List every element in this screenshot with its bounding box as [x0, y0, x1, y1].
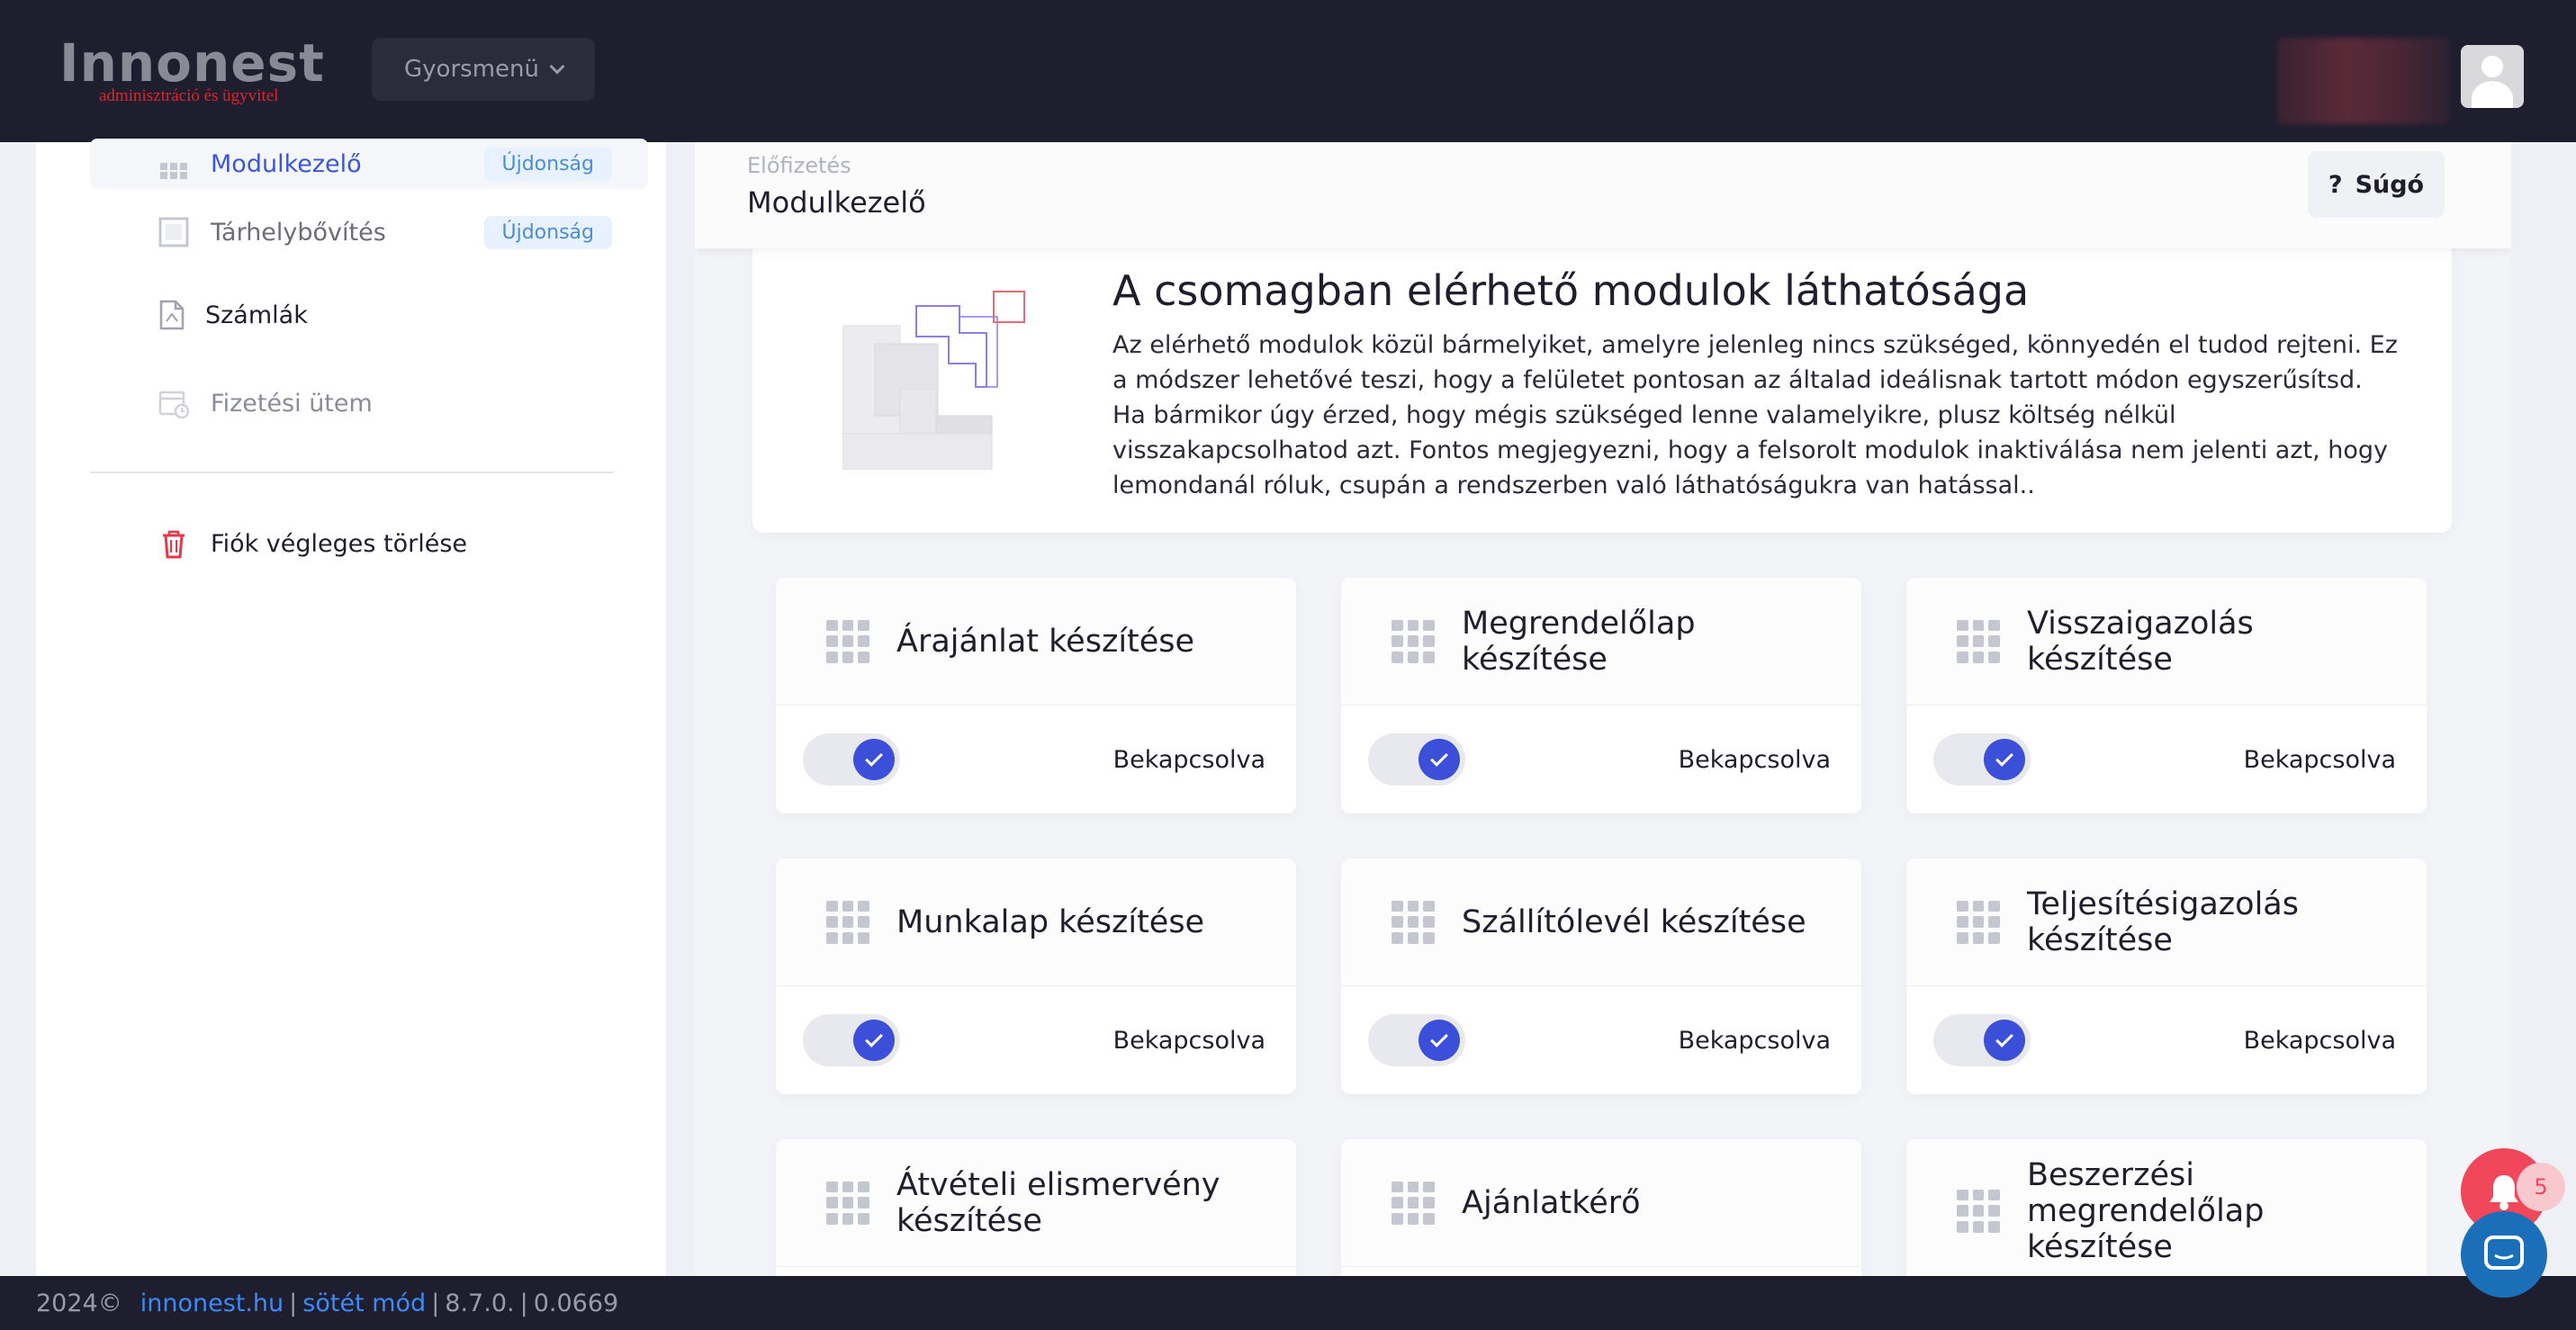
quick-menu-label: Gyorsmenü — [404, 56, 539, 83]
grid-icon — [1392, 900, 1435, 944]
module-title: Megrendelőlap készítése — [1462, 605, 1696, 678]
module-status: Bekapcsolva — [1678, 1026, 1831, 1055]
main-content: Előfizetés Modulkezelő ? Súgó A csomagba… — [695, 142, 2511, 1276]
grid-icon — [1957, 619, 2000, 663]
delete-account-label: Fiók végleges törlése — [211, 529, 468, 558]
check-icon — [853, 739, 895, 780]
module-card: Munkalap készítése Bekapcsolva — [776, 858, 1296, 1094]
module-title: Árajánlat készítése — [896, 623, 1195, 660]
module-toggle[interactable] — [803, 1014, 900, 1066]
new-badge: Újdonság — [483, 147, 612, 181]
top-navbar: Innonest adminisztráció és ügyvitel Gyor… — [0, 0, 2576, 142]
avatar[interactable] — [2461, 45, 2524, 108]
module-card: Átvételi elismervény készítése — [776, 1139, 1296, 1276]
module-toggle[interactable] — [1368, 1014, 1465, 1066]
logo-tagline: adminisztráció és ügyvitel — [99, 86, 279, 105]
check-icon — [1419, 739, 1460, 780]
grid-icon — [826, 900, 869, 944]
grid-icon — [1392, 1181, 1435, 1225]
module-title: Szállítólevél készítése — [1462, 903, 1806, 940]
module-title: Teljesítésigazolás készítése — [2027, 885, 2299, 958]
info-title: A csomagban elérhető modulok láthatósága — [1112, 266, 2030, 315]
module-status: Bekapcsolva — [1112, 745, 1265, 774]
module-title: Visszaigazolás készítése — [2027, 605, 2254, 678]
question-icon: ? — [2328, 170, 2343, 199]
check-icon — [853, 1020, 895, 1061]
info-card: A csomagban elérhető modulok láthatósága… — [752, 241, 2452, 533]
chat-button[interactable] — [2461, 1211, 2547, 1298]
module-status: Bekapcsolva — [2243, 745, 2396, 774]
module-card: Teljesítésigazolás készítése Bekapcsolva — [1906, 858, 2427, 1094]
module-title: Munkalap készítése — [896, 903, 1205, 940]
module-title: Ajánlatkérő — [1462, 1184, 1641, 1221]
sidebar-item-storage[interactable]: Tárhelybővítés Újdonság — [90, 196, 648, 268]
check-icon — [1419, 1020, 1460, 1061]
grid-icon — [826, 619, 869, 663]
footer-separator: | — [431, 1289, 440, 1317]
help-label: Súgó — [2355, 170, 2425, 199]
sidebar-item-label: Tárhelybővítés — [211, 218, 386, 247]
dark-mode-link[interactable]: sötét mód — [302, 1290, 426, 1317]
delete-account-button[interactable]: Fiók végleges törlése — [90, 508, 648, 580]
avatar-body — [2472, 81, 2513, 108]
calendar-icon — [158, 388, 190, 419]
footer: 2024© innonest.hu | sötét mód | 8.7.0. |… — [0, 1276, 2576, 1330]
app-version: 8.7.0. — [445, 1289, 515, 1317]
build-number: 0.0669 — [533, 1289, 619, 1317]
sidebar-item-payment-schedule[interactable]: Fizetési ütem — [90, 367, 648, 439]
new-badge: Újdonság — [483, 215, 612, 249]
storage-icon — [158, 217, 189, 247]
site-link[interactable]: innonest.hu — [140, 1290, 284, 1317]
sidebar-item-invoices[interactable]: Számlák — [90, 279, 648, 351]
module-title: Átvételi elismervény készítése — [896, 1166, 1220, 1239]
footer-year: 2024© — [36, 1289, 122, 1317]
grid-icon — [1957, 900, 2000, 944]
module-card: Szállítólevél készítése Bekapcsolva — [1341, 858, 1861, 1094]
module-toggle[interactable] — [1933, 1014, 2031, 1066]
help-button[interactable]: ? Súgó — [2308, 151, 2445, 218]
notification-count-badge: 5 — [2517, 1163, 2565, 1211]
module-status: Bekapcsolva — [1678, 745, 1831, 774]
sidebar-divider — [90, 472, 614, 473]
module-card: Árajánlat készítése Bekapcsolva — [776, 578, 1296, 813]
module-status: Bekapcsolva — [1112, 1026, 1265, 1055]
grid-icon — [1392, 619, 1435, 663]
breadcrumb[interactable]: Előfizetés — [747, 153, 851, 178]
module-card: Beszerzési megrendelőlap készítése — [1906, 1139, 2427, 1276]
info-text: Az elérhető modulok közül bármelyiket, a… — [1112, 331, 2398, 499]
sidebar-item-label: Modulkezelő — [211, 149, 362, 178]
page-title: Modulkezelő — [747, 185, 926, 220]
quick-menu-button[interactable]: Gyorsmenü — [372, 38, 595, 101]
module-title: Beszerzési megrendelőlap készítése — [2027, 1156, 2265, 1265]
module-toggle[interactable] — [803, 733, 900, 786]
check-icon — [1984, 739, 2025, 780]
sidebar-item-module-manager[interactable]: Modulkezelő Újdonság — [90, 139, 648, 189]
sidebar-item-label: Számlák — [205, 301, 308, 329]
logo-brand: Innonest — [59, 32, 325, 94]
module-toggle[interactable] — [1933, 733, 2031, 786]
module-toggle[interactable] — [1368, 733, 1465, 786]
module-illustration-icon — [842, 291, 1025, 470]
chevron-down-icon — [549, 58, 565, 75]
module-card: Megrendelőlap készítése Bekapcsolva — [1341, 578, 1861, 813]
user-name-blurred[interactable] — [2277, 38, 2450, 124]
module-card: Ajánlatkérő — [1341, 1139, 1861, 1276]
trash-icon — [158, 528, 189, 559]
sidebar-item-label: Fizetési ütem — [211, 389, 373, 418]
grid-icon — [1957, 1189, 2000, 1233]
footer-separator: | — [289, 1289, 298, 1317]
pdf-file-icon — [158, 300, 189, 330]
grid-icon — [826, 1181, 869, 1225]
chat-icon — [2484, 1236, 2524, 1270]
settings-sidebar: Modulkezelő Újdonság Tárhelybővítés Újdo… — [36, 139, 666, 1276]
module-card: Visszaigazolás készítése Bekapcsolva — [1906, 578, 2427, 813]
module-status: Bekapcsolva — [2243, 1026, 2396, 1055]
footer-separator: | — [519, 1289, 528, 1317]
grid-icon — [158, 148, 189, 179]
check-icon — [1984, 1020, 2025, 1061]
app-logo[interactable]: Innonest adminisztráció és ügyvitel — [59, 32, 325, 106]
page-header: Előfizetés Modulkezelő ? Súgó — [695, 142, 2511, 248]
avatar-head — [2481, 56, 2503, 77]
